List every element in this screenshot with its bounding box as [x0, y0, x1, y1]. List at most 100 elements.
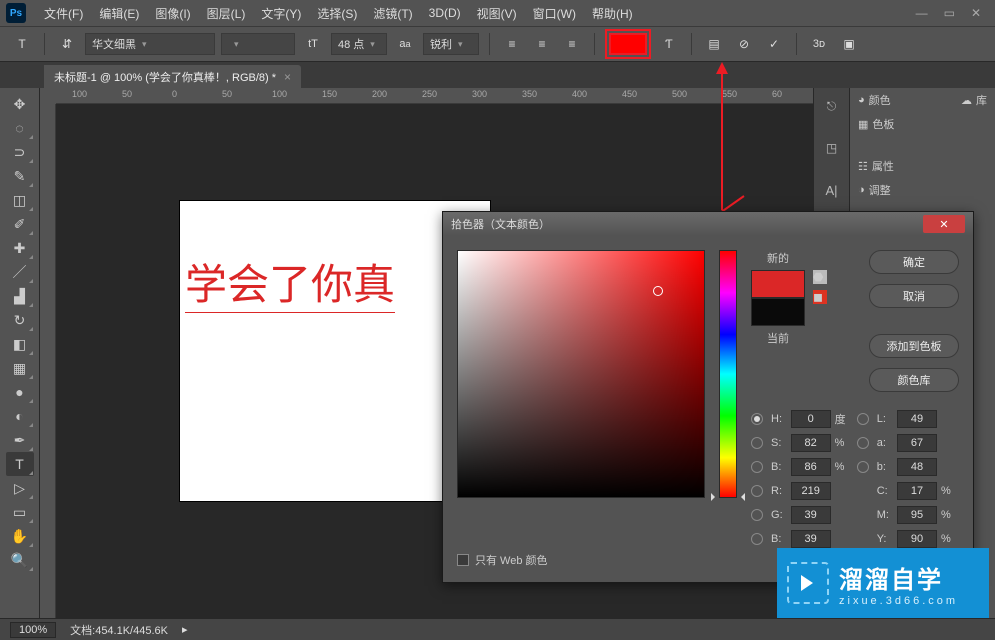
- antialias-select[interactable]: 锐利: [423, 33, 479, 55]
- crop-tool[interactable]: ◫: [6, 188, 34, 212]
- gamut-warn-icon[interactable]: ⬣: [813, 270, 827, 284]
- character-panel-icon[interactable]: A|: [818, 176, 846, 204]
- bl-radio[interactable]: [751, 533, 763, 545]
- r-radio[interactable]: [751, 485, 763, 497]
- menu-select[interactable]: 选择(S): [309, 5, 365, 22]
- history-panel-icon[interactable]: ⎋: [818, 92, 846, 120]
- minimize-icon[interactable]: —: [916, 6, 928, 20]
- brush-tool[interactable]: ／: [6, 260, 34, 284]
- panel-toggle-icon[interactable]: ▣: [837, 32, 861, 56]
- canvas-text-layer[interactable]: 学会了你真: [185, 251, 395, 313]
- swatches-panel-tab[interactable]: ▦色板: [854, 114, 898, 134]
- quick-select-tool[interactable]: ✎: [6, 164, 34, 188]
- text-color-swatch[interactable]: [609, 33, 647, 55]
- color-library-button[interactable]: 颜色库: [869, 368, 959, 392]
- pen-tool[interactable]: ✒: [6, 428, 34, 452]
- hue-radio[interactable]: [751, 413, 763, 425]
- g-input[interactable]: [791, 506, 831, 524]
- history-brush-tool[interactable]: ↻: [6, 308, 34, 332]
- color-panel-tab[interactable]: ◕颜色: [854, 90, 895, 110]
- font-family-select[interactable]: 华文细黑: [85, 33, 215, 55]
- menu-image[interactable]: 图像(I): [147, 5, 198, 22]
- document-tab[interactable]: 未标题-1 @ 100% (学会了你真棒！, RGB/8) * ×: [44, 65, 301, 88]
- cancel-button[interactable]: 取消: [869, 284, 959, 308]
- commit-icon[interactable]: ✓: [762, 32, 786, 56]
- ok-button[interactable]: 确定: [869, 250, 959, 274]
- menu-layer[interactable]: 图层(L): [199, 5, 254, 22]
- menu-view[interactable]: 视图(V): [469, 5, 525, 22]
- status-chevron-icon[interactable]: ▸: [182, 623, 188, 636]
- marquee-tool[interactable]: ◌: [6, 116, 34, 140]
- adjustments-panel-tab[interactable]: ◑调整: [854, 180, 895, 200]
- menu-file[interactable]: 文件(F): [36, 5, 91, 22]
- eraser-tool[interactable]: ◧: [6, 332, 34, 356]
- new-color-swatch[interactable]: [751, 270, 805, 298]
- eyedropper-tool[interactable]: ✐: [6, 212, 34, 236]
- 3d-icon[interactable]: 3ᴅ: [807, 32, 831, 56]
- path-select-tool[interactable]: ▷: [6, 476, 34, 500]
- web-only-checkbox[interactable]: [457, 554, 469, 566]
- align-left-icon[interactable]: ≡: [500, 32, 524, 56]
- a-radio[interactable]: [857, 437, 869, 449]
- picker-title-text: 拾色器（文本颜色）: [451, 216, 550, 232]
- move-tool[interactable]: ✥: [6, 92, 34, 116]
- current-color-swatch[interactable]: [751, 298, 805, 326]
- font-style-select[interactable]: [221, 33, 295, 55]
- stamp-tool[interactable]: ▟: [6, 284, 34, 308]
- b2-input[interactable]: [897, 458, 937, 476]
- r-input[interactable]: [791, 482, 831, 500]
- dodge-tool[interactable]: ◐: [6, 404, 34, 428]
- picker-close-button[interactable]: ✕: [923, 215, 965, 233]
- maximize-icon[interactable]: ▭: [944, 6, 955, 20]
- menu-help[interactable]: 帮助(H): [584, 5, 641, 22]
- s-input[interactable]: [791, 434, 831, 452]
- hue-slider[interactable]: [719, 250, 737, 498]
- type-tool[interactable]: T: [6, 452, 34, 476]
- cancel-icon[interactable]: ⊘: [732, 32, 756, 56]
- warp-text-icon[interactable]: Ƭ: [657, 32, 681, 56]
- b-input[interactable]: [791, 458, 831, 476]
- b-radio[interactable]: [751, 461, 763, 473]
- menu-type[interactable]: 文字(Y): [253, 5, 309, 22]
- cc-icon-icon: ☁: [961, 94, 972, 107]
- properties-panel-tab[interactable]: ☷属性: [854, 156, 898, 176]
- l-input[interactable]: [897, 410, 937, 428]
- text-orientation-icon[interactable]: ⇵: [55, 32, 79, 56]
- menu-filter[interactable]: 滤镜(T): [365, 5, 420, 22]
- s-radio[interactable]: [751, 437, 763, 449]
- navigator-panel-icon[interactable]: ◳: [818, 134, 846, 162]
- close-icon[interactable]: ✕: [971, 6, 981, 20]
- blur-tool[interactable]: ●: [6, 380, 34, 404]
- zoom-level[interactable]: 100%: [10, 622, 56, 638]
- healing-tool[interactable]: ✚: [6, 236, 34, 260]
- add-swatch-button[interactable]: 添加到色板: [869, 334, 959, 358]
- menu-window[interactable]: 窗口(W): [525, 5, 584, 22]
- zoom-tool[interactable]: 🔍: [6, 548, 34, 572]
- text-color-highlight: [605, 29, 651, 59]
- library-panel-tab[interactable]: ☁库: [957, 90, 991, 110]
- websafe-warn-icon[interactable]: ◼: [813, 290, 827, 304]
- g-radio[interactable]: [751, 509, 763, 521]
- lasso-tool[interactable]: ⊃: [6, 140, 34, 164]
- circle-half-icon: ◑: [858, 184, 865, 196]
- align-right-icon[interactable]: ≡: [560, 32, 584, 56]
- a-input[interactable]: [897, 434, 937, 452]
- bl-input[interactable]: [791, 530, 831, 548]
- character-panel-icon[interactable]: ▤: [702, 32, 726, 56]
- c-input[interactable]: [897, 482, 937, 500]
- b2-radio[interactable]: [857, 461, 869, 473]
- m-input[interactable]: [897, 506, 937, 524]
- y-input[interactable]: [897, 530, 937, 548]
- gradient-tool[interactable]: ▦: [6, 356, 34, 380]
- menu-edit[interactable]: 编辑(E): [91, 5, 147, 22]
- menu-3d[interactable]: 3D(D): [421, 6, 469, 20]
- shape-tool[interactable]: ▭: [6, 500, 34, 524]
- saturation-brightness-field[interactable]: [457, 250, 705, 498]
- picker-titlebar[interactable]: 拾色器（文本颜色） ✕: [443, 212, 973, 236]
- l-radio[interactable]: [857, 413, 869, 425]
- hue-input[interactable]: [791, 410, 831, 428]
- tab-close-icon[interactable]: ×: [284, 70, 291, 84]
- font-size-select[interactable]: 48 点: [331, 33, 387, 55]
- align-center-icon[interactable]: ≡: [530, 32, 554, 56]
- hand-tool[interactable]: ✋: [6, 524, 34, 548]
